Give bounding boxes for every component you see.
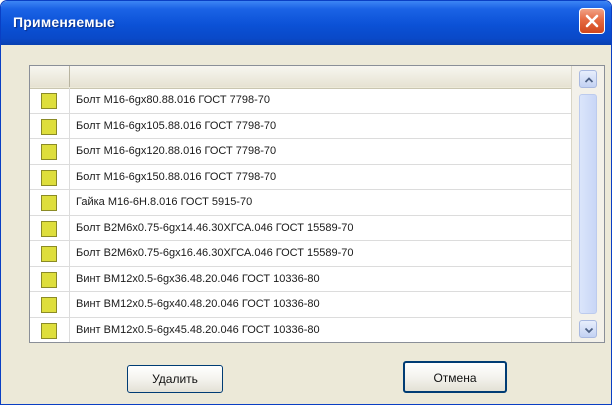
list-item-label: Болт М16-6gx120.88.016 ГОСТ 7798-70 — [76, 145, 277, 157]
list-item-label: Гайка М16-6Н.8.016 ГОСТ 5915-70 — [76, 196, 253, 208]
list-item-marker-cell — [30, 164, 70, 189]
list-item-label: Болт М16-6gx105.88.016 ГОСТ 7798-70 — [76, 119, 277, 132]
list-item-label: Болт В2М6х0.75-6gx14.46.30ХГСА.046 ГОСТ … — [76, 221, 354, 234]
list-item-label: Болт М16-6gx80.88.016 ГОСТ 7798-70 — [76, 94, 271, 106]
list-item[interactable]: Гайка М16-6Н.8.016 ГОСТ 5915-70 — [30, 190, 572, 216]
list-item-marker-cell — [30, 139, 70, 164]
scroll-down-button[interactable] — [579, 320, 597, 338]
list-item-label: Винт ВМ12х0.5-6gx36.48.20.046 ГОСТ 10336… — [76, 272, 320, 285]
list-item-marker-cell — [30, 266, 70, 291]
list-item-label: Болт В2М6х0.75-6gx16.46.30ХГСА.046 ГОСТ … — [76, 247, 354, 259]
list-item[interactable]: Болт М16-6gx120.88.016 ГОСТ 7798-70 — [30, 139, 572, 165]
scroll-thumb[interactable] — [579, 94, 597, 314]
list-item[interactable]: Болт М16-6gx105.88.016 ГОСТ 7798-70 — [30, 113, 572, 139]
item-square-icon — [41, 220, 57, 237]
list-item-marker-cell — [30, 88, 70, 113]
scroll-up-button[interactable] — [579, 70, 597, 88]
item-square-icon — [41, 271, 57, 288]
list-item-label: Винт ВМ12х0.5-6gx40.48.20.046 ГОСТ 10336… — [76, 298, 320, 310]
list-item-marker-cell — [30, 317, 70, 342]
list-item[interactable]: Винт ВМ12х0.5-6gx40.48.20.046 ГОСТ 10336… — [30, 292, 572, 318]
delete-button[interactable]: Удалить — [127, 365, 223, 393]
window-title: Применяемые — [13, 14, 115, 30]
item-square-icon — [41, 169, 57, 186]
list-rows: Болт М16-6gx80.88.016 ГОСТ 7798-70 Болт М… — [30, 88, 572, 342]
list-header — [30, 66, 572, 89]
chevron-down-icon — [584, 327, 594, 334]
list-item-marker-cell — [30, 292, 70, 317]
list-item[interactable]: Болт М16-6gx150.88.016 ГОСТ 7798-70 — [30, 164, 572, 190]
close-icon — [585, 14, 599, 28]
list-item[interactable]: Болт В2М6х0.75-6gx14.46.30ХГСА.046 ГОСТ … — [30, 215, 572, 241]
vertical-scrollbar[interactable] — [571, 66, 604, 342]
item-square-icon — [41, 322, 57, 339]
title-bar[interactable]: Применяемые — [1, 1, 611, 45]
list-item-marker-cell — [30, 241, 70, 266]
list-item-label: Болт М16-6gx150.88.016 ГОСТ 7798-70 — [76, 170, 277, 183]
items-list[interactable]: Болт М16-6gx80.88.016 ГОСТ 7798-70 Болт М… — [29, 65, 605, 343]
list-item-label: Винт ВМ12х0.5-6gx45.48.20.046 ГОСТ 10336… — [76, 323, 320, 336]
list-item-marker-cell — [30, 113, 70, 138]
list-item[interactable]: Болт В2М6х0.75-6gx16.46.30ХГСА.046 ГОСТ … — [30, 241, 572, 267]
item-square-icon — [41, 297, 57, 313]
list-item[interactable]: Винт ВМ12х0.5-6gx45.48.20.046 ГОСТ 10336… — [30, 317, 572, 342]
list-item[interactable]: Болт М16-6gx80.88.016 ГОСТ 7798-70 — [30, 88, 572, 114]
cancel-button[interactable]: Отмена — [403, 361, 507, 393]
list-item-marker-cell — [30, 215, 70, 240]
close-button[interactable] — [579, 8, 605, 34]
dialog-body: Болт М16-6gx80.88.016 ГОСТ 7798-70 Болт М… — [5, 45, 607, 400]
list-item-marker-cell — [30, 190, 70, 215]
item-square-icon — [41, 246, 57, 262]
item-square-icon — [41, 118, 57, 135]
item-square-icon — [41, 195, 57, 211]
chevron-up-icon — [584, 77, 594, 83]
item-square-icon — [41, 93, 57, 109]
header-column-marker[interactable] — [30, 66, 70, 87]
item-square-icon — [41, 144, 57, 160]
dialog-window: Применяемые Болт М16-6gx80.88.016 ГОСТ 7… — [0, 0, 612, 405]
list-item[interactable]: Винт ВМ12х0.5-6gx36.48.20.046 ГОСТ 10336… — [30, 266, 572, 292]
header-column-name[interactable] — [70, 66, 572, 87]
